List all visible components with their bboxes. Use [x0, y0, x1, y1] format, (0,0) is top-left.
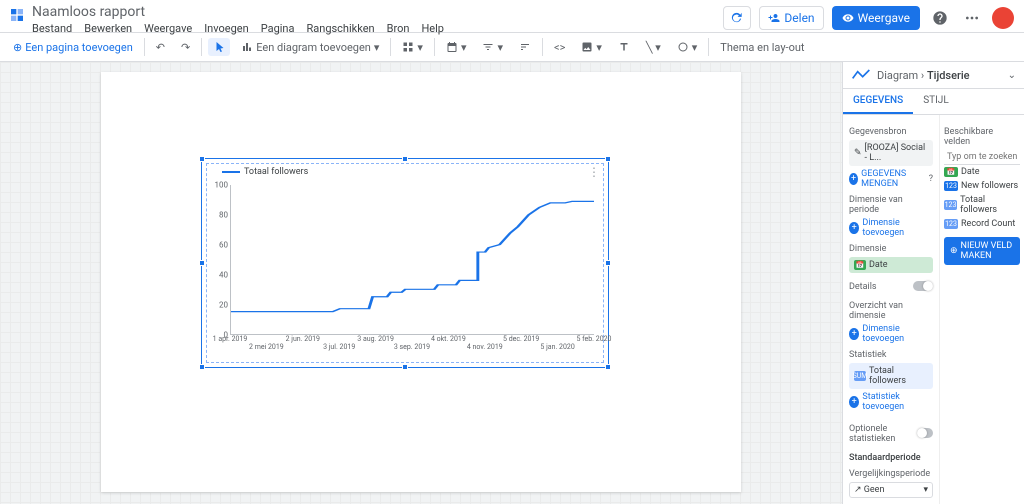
chart-type-breadcrumb[interactable]: Diagram › Tijdserie — [877, 69, 970, 82]
field-item[interactable]: 123Record Count — [944, 217, 1020, 231]
resize-handle[interactable] — [605, 364, 611, 370]
add-dimension[interactable]: +Dimensie toevoegen — [849, 324, 933, 344]
resize-handle[interactable] — [199, 260, 205, 266]
person-plus-icon — [768, 12, 780, 24]
field-search-input[interactable] — [944, 150, 1020, 165]
resize-handle[interactable] — [605, 156, 611, 162]
resize-handle[interactable] — [605, 260, 611, 266]
url-embed-button[interactable]: <> — [549, 38, 570, 57]
shape-button[interactable]: ▾ — [672, 38, 703, 57]
chart-legend: Totaal followers — [222, 167, 600, 177]
refresh-button[interactable] — [723, 6, 751, 30]
metric-chip[interactable]: SUMTotaal followers — [849, 363, 933, 389]
add-period-dimension[interactable]: +Dimensie toevoegen — [849, 218, 933, 238]
resize-handle[interactable] — [199, 364, 205, 370]
report-page[interactable]: ⋮ Totaal followers 020406080100 1 apr. 2… — [101, 72, 741, 492]
redo-button[interactable]: ↷ — [176, 38, 195, 57]
menu-help[interactable]: Help — [421, 22, 444, 35]
line-button[interactable]: ╲ ▾ — [641, 38, 666, 57]
x-axis: 1 apr. 20192 jun. 20193 aug. 20194 okt. … — [230, 335, 594, 355]
field-item[interactable]: 📅Date — [944, 165, 1020, 179]
properties-panel: Diagram › Tijdserie ⌄ GEGEVENS STIJL Geg… — [842, 62, 1024, 504]
new-field-button[interactable]: ⊕ NIEUW VELD MAKEN — [944, 237, 1020, 265]
menu-view[interactable]: Weergave — [144, 22, 192, 35]
tab-style[interactable]: STIJL — [913, 89, 959, 114]
shape-icon — [677, 41, 689, 53]
account-avatar[interactable] — [992, 7, 1014, 29]
app-logo[interactable] — [8, 6, 26, 24]
resize-handle[interactable] — [402, 364, 408, 370]
menu-edit[interactable]: Bewerken — [84, 22, 132, 35]
line-chart-icon — [851, 68, 871, 82]
more-options-icon[interactable] — [960, 6, 984, 30]
community-visualizations-button[interactable]: ▾ — [397, 38, 428, 57]
field-item[interactable]: 123Totaal followers — [944, 193, 1020, 217]
dimension-chip[interactable]: 📅Date — [849, 257, 933, 273]
selection-tool[interactable] — [208, 38, 230, 56]
menu-file[interactable]: Bestand — [32, 22, 72, 35]
image-button[interactable]: ▾ — [576, 38, 607, 57]
optional-metrics-toggle[interactable] — [917, 428, 933, 438]
filter-list-icon — [482, 41, 494, 53]
grid-icon — [402, 41, 414, 53]
menu-insert[interactable]: Invoegen — [204, 22, 249, 35]
undo-button[interactable]: ↶ — [151, 38, 170, 57]
add-page-button[interactable]: ⊕ Een pagina toevoegen — [8, 38, 138, 57]
resize-handle[interactable] — [402, 156, 408, 162]
date-range-control[interactable]: ▾ — [441, 38, 472, 57]
image-icon — [581, 41, 593, 53]
filter-control[interactable]: ▾ — [477, 38, 508, 57]
resize-handle[interactable] — [199, 156, 205, 162]
view-button[interactable]: Weergave — [832, 6, 920, 30]
sum-icon: SUM — [854, 371, 866, 381]
help-icon[interactable] — [928, 6, 952, 30]
text-icon — [618, 41, 630, 53]
time-series-chart: Totaal followers 020406080100 1 apr. 201… — [210, 167, 600, 359]
chart-selection[interactable]: ⋮ Totaal followers 020406080100 1 apr. 2… — [201, 158, 609, 368]
share-button[interactable]: Delen — [759, 6, 823, 30]
chevron-down-icon[interactable]: ⌄ — [1008, 70, 1016, 81]
eye-icon — [842, 12, 854, 24]
y-axis: 020406080100 — [212, 185, 230, 335]
add-metric[interactable]: +Statistiek toevoegen — [849, 392, 933, 412]
blend-data-link[interactable]: +GEGEVENS MENGEN? — [849, 169, 933, 189]
add-chart-button[interactable]: Een diagram toevoegen ▾ — [236, 38, 384, 57]
field-item[interactable]: 123New followers — [944, 179, 1020, 193]
menu-page[interactable]: Pagina — [261, 22, 295, 35]
pencil-icon: ✎ — [854, 148, 862, 158]
compare-range-select[interactable]: ↗ Geen▾ — [849, 482, 933, 498]
details-toggle[interactable] — [913, 281, 933, 291]
data-control[interactable] — [514, 38, 536, 56]
line-series — [231, 185, 594, 334]
bar-chart-icon — [241, 41, 253, 53]
cursor-icon — [213, 41, 225, 53]
refresh-icon — [730, 11, 744, 25]
data-source-chip[interactable]: ✎[ROOZA] Social - L... — [849, 140, 933, 166]
menu-arrange[interactable]: Rangschikken — [306, 22, 374, 35]
theme-layout-button[interactable]: Thema en lay-out — [715, 38, 809, 57]
document-title[interactable]: Naamloos rapport — [32, 4, 723, 20]
canvas[interactable]: ⋮ Totaal followers 020406080100 1 apr. 2… — [0, 62, 842, 504]
calendar-icon — [446, 41, 458, 53]
calendar-icon: 📅 — [854, 260, 866, 270]
menu-bar: Bestand Bewerken Weergave Invoegen Pagin… — [32, 22, 723, 35]
tune-icon — [519, 41, 531, 53]
text-button[interactable] — [613, 38, 635, 56]
tab-data[interactable]: GEGEVENS — [843, 89, 913, 114]
menu-source[interactable]: Bron — [387, 22, 410, 35]
help-small-icon[interactable]: ? — [929, 174, 933, 184]
